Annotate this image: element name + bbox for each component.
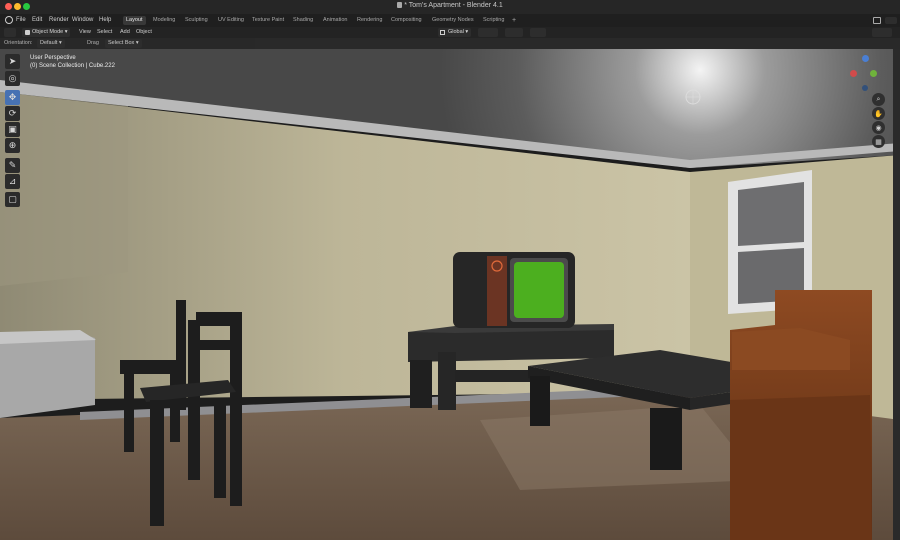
scene-selector[interactable] xyxy=(885,17,897,24)
menu-file[interactable]: File xyxy=(16,17,26,23)
move-icon: ✥ xyxy=(8,92,17,102)
ortho-toggle-icon[interactable]: ▦ xyxy=(872,135,885,148)
orientation-icon xyxy=(440,30,445,35)
viewport-shading-dropdown[interactable] xyxy=(872,28,892,37)
window-title: * Tom's Apartment - Blender 4.1 xyxy=(0,2,900,9)
scale-icon: ▣ xyxy=(8,124,17,134)
camera-view-icon[interactable]: ◉ xyxy=(872,121,885,134)
window-pane-top xyxy=(738,182,804,246)
annotate-tool[interactable]: ✎ xyxy=(5,158,20,173)
pivot-point-dropdown[interactable] xyxy=(478,28,498,37)
counter xyxy=(0,333,95,418)
tab-geometry-nodes[interactable]: Geometry Nodes xyxy=(429,16,477,25)
cursor-tool[interactable]: ◎ xyxy=(5,71,20,86)
menu-edit[interactable]: Edit xyxy=(32,17,42,23)
transform-orientation-label: Global xyxy=(448,29,464,35)
transform-icon: ⊕ xyxy=(8,140,17,150)
drag-value: Select Box xyxy=(108,40,135,46)
menu-window[interactable]: Window xyxy=(72,17,93,23)
move-tool[interactable]: ✥ xyxy=(5,90,20,105)
scale-tool[interactable]: ▣ xyxy=(5,122,20,137)
tab-uv-editing[interactable]: UV Editing xyxy=(215,16,247,25)
tab-rendering[interactable]: Rendering xyxy=(354,16,385,25)
drag-label: Drag xyxy=(87,40,99,46)
transform-tool[interactable]: ⊕ xyxy=(5,138,20,153)
scene-render xyxy=(0,49,900,540)
left-wall-shadow xyxy=(0,92,128,286)
top-menubar: File Edit Render Window Help Layout Mode… xyxy=(0,14,900,27)
menu-object[interactable]: Object xyxy=(136,28,152,37)
tab-texture-paint[interactable]: Texture Paint xyxy=(249,16,287,25)
measure-tool[interactable]: ⊿ xyxy=(5,174,20,189)
tab-sculpting[interactable]: Sculpting xyxy=(182,16,211,25)
tab-scripting[interactable]: Scripting xyxy=(480,16,507,25)
ruler-icon: ⊿ xyxy=(8,176,17,186)
3d-viewport[interactable]: User Perspective (0) Scene Collection | … xyxy=(0,49,900,540)
transform-orientation-dropdown[interactable]: Global ▾ xyxy=(438,28,472,37)
menu-render[interactable]: Render xyxy=(49,17,69,23)
orientation-label: Orientation: xyxy=(4,40,33,46)
zoom-icon[interactable]: ⌕ xyxy=(872,93,885,106)
gizmo-x-axis[interactable] xyxy=(850,70,857,77)
tab-modeling[interactable]: Modeling xyxy=(150,16,178,25)
editor-type-icon[interactable] xyxy=(4,28,16,37)
active-object-label: (0) Scene Collection | Cube.222 xyxy=(30,63,115,69)
viewport-info: User Perspective (0) Scene Collection | … xyxy=(30,54,115,70)
tv-control-panel xyxy=(487,256,507,326)
object-mode-dropdown[interactable]: Object Mode ▾ xyxy=(22,28,71,37)
sidebar-collapsed-strip[interactable] xyxy=(893,49,900,540)
blender-logo-icon[interactable] xyxy=(5,16,13,24)
gizmo-neg-z-axis[interactable] xyxy=(862,85,868,91)
perspective-label: User Perspective xyxy=(30,55,76,61)
drag-dropdown[interactable]: Select Box ▾ xyxy=(105,39,142,48)
tab-animation[interactable]: Animation xyxy=(320,16,350,25)
menu-add[interactable]: Add xyxy=(120,28,130,37)
cursor-icon: ➤ xyxy=(8,56,17,66)
menu-select[interactable]: Select xyxy=(97,28,112,37)
tab-compositing[interactable]: Compositing xyxy=(388,16,425,25)
tool-settings-bar: Orientation: Default ▾ Drag Select Box ▾ xyxy=(0,38,900,49)
tab-shading[interactable]: Shading xyxy=(290,16,316,25)
add-cube-tool[interactable]: ▢ xyxy=(5,192,20,207)
scene-icon[interactable] xyxy=(873,17,881,24)
window-titlebar: * Tom's Apartment - Blender 4.1 xyxy=(0,0,900,15)
cube-icon: ▢ xyxy=(8,194,17,204)
rotate-tool[interactable]: ⟳ xyxy=(5,106,20,121)
orientation-value: Default xyxy=(40,40,58,46)
add-workspace-button[interactable]: + xyxy=(509,16,519,25)
menu-help[interactable]: Help xyxy=(99,17,111,23)
tv-stand-leg xyxy=(410,360,432,408)
gizmo-z-axis[interactable] xyxy=(862,55,869,62)
tab-layout[interactable]: Layout xyxy=(123,16,146,25)
snap-dropdown[interactable] xyxy=(505,28,523,37)
menu-view[interactable]: View xyxy=(79,28,91,37)
coffee-table-leg xyxy=(530,376,550,426)
rotate-icon: ⟳ xyxy=(8,108,17,118)
crosshair-icon: ◎ xyxy=(8,73,17,83)
document-icon xyxy=(397,2,403,9)
tv-screen xyxy=(514,262,564,318)
viewport-header: Object Mode ▾ View Select Add Object Glo… xyxy=(0,27,900,38)
proportional-editing-toggle[interactable] xyxy=(530,28,546,37)
gizmo-y-axis[interactable] xyxy=(870,70,877,77)
pan-hand-icon[interactable]: ✋ xyxy=(872,107,885,120)
pencil-icon: ✎ xyxy=(8,160,17,170)
orientation-dropdown[interactable]: Default ▾ xyxy=(37,39,65,48)
object-mode-icon xyxy=(25,30,30,35)
select-box-tool[interactable]: ➤ xyxy=(5,54,20,69)
object-mode-label: Object Mode xyxy=(32,29,64,35)
window-title-text: * Tom's Apartment - Blender 4.1 xyxy=(404,2,503,9)
